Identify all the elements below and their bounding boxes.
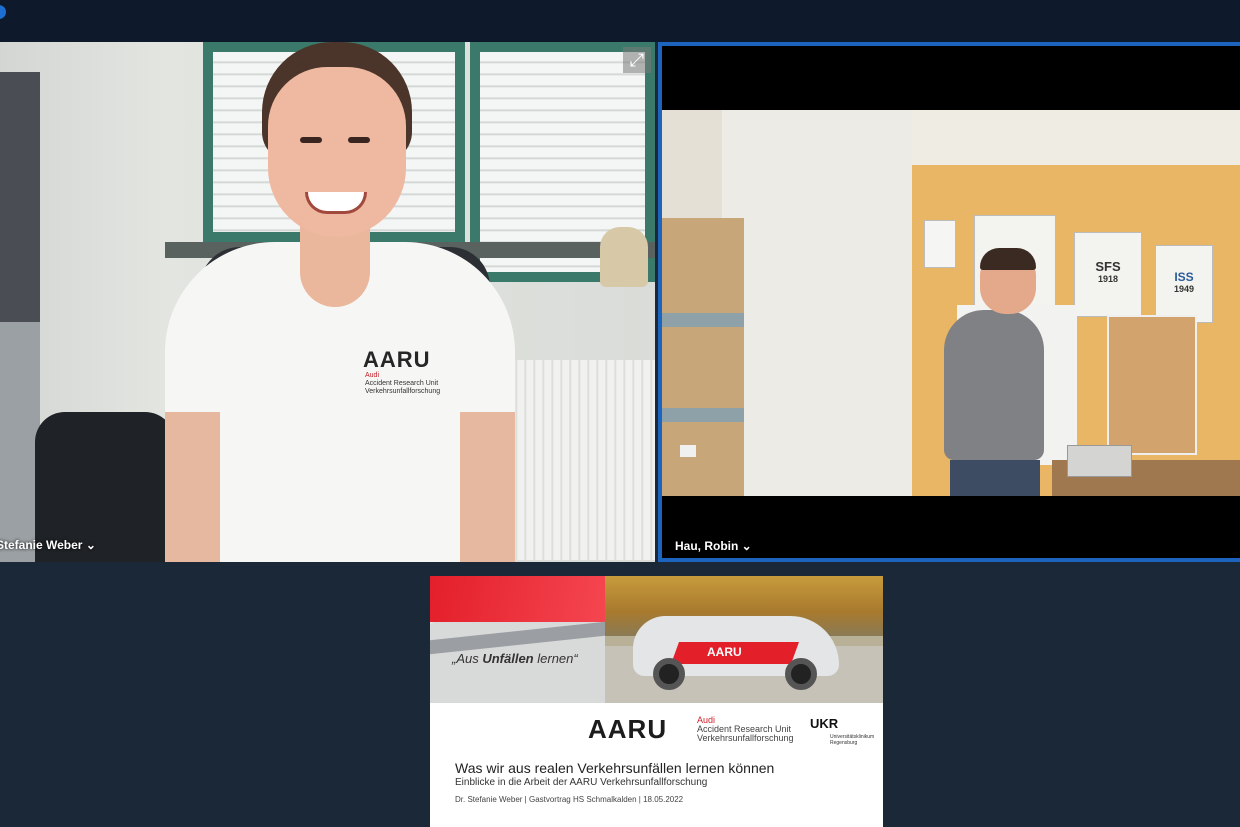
video-cabinet	[0, 322, 40, 562]
participant-arm-right	[460, 412, 515, 562]
participant-arm-left	[165, 412, 220, 562]
participant-eye-right	[348, 137, 370, 143]
slide-brand-description: Audi Accident Research Unit Verkehrsunfa…	[697, 715, 794, 743]
status-indicator-icon[interactable]	[0, 5, 6, 19]
shirt-logo-line3: Verkehrsunfallforschung	[365, 388, 441, 395]
room-poster-2-logo: ISS	[1174, 270, 1194, 284]
chevron-down-icon[interactable]: ⌄	[86, 538, 96, 552]
slide-footer: Dr. Stefanie Weber | Gastvortrag HS Schm…	[455, 795, 684, 804]
slide-car-label: AARU	[707, 645, 742, 659]
meeting-top-bar	[0, 0, 1240, 42]
video-case	[1067, 445, 1132, 477]
expand-icon[interactable]: ⤢	[623, 47, 651, 73]
video-feed: SFS 1918 ISS 1949	[662, 110, 1240, 496]
slide-image-left: „Aus Unfällen lernen“	[430, 576, 605, 703]
video-light-spot	[680, 445, 696, 457]
slide-image-car: AARU	[605, 576, 883, 703]
video-radiator	[500, 360, 655, 560]
video-tile-stefanie-weber[interactable]: AARU Audi Accident Research Unit Verkehr…	[0, 42, 655, 562]
participant-eye-left	[300, 137, 322, 143]
speaker-legs	[950, 460, 1040, 496]
slide-partner-sub: Universitätsklinikum Regensburg	[830, 734, 875, 746]
shirt-logo-brand: AARU	[363, 347, 431, 372]
room-poster-2-year: 1949	[1173, 284, 1195, 294]
slide-partner-logo: UKR	[810, 716, 839, 731]
video-tile-robin-hau[interactable]: SFS 1918 ISS 1949 Hau, Robin ⌄	[658, 42, 1240, 562]
room-poster-1-year: 1918	[1097, 274, 1119, 284]
video-left-wall	[722, 110, 912, 496]
video-corkboard	[1107, 315, 1197, 455]
room-poster-2: ISS 1949	[1155, 245, 1213, 323]
participant-name-label[interactable]: Hau, Robin ⌄	[675, 539, 752, 553]
video-figurine	[600, 227, 648, 287]
chevron-down-icon[interactable]: ⌄	[742, 539, 752, 553]
room-poster-1: SFS 1918	[1074, 232, 1142, 317]
room-poster-1-logo: SFS	[1095, 259, 1121, 274]
speaker-hair	[980, 248, 1036, 270]
slide-brand-logo: AARU	[588, 714, 668, 744]
slide-quote: „Aus Unfällen lernen“	[452, 651, 578, 666]
shirt-logo-line2: Accident Research Unit	[365, 380, 439, 387]
slide-subtitle: Einblicke in die Arbeit der AARU Verkehr…	[455, 777, 708, 788]
video-loudspeaker	[924, 220, 956, 268]
speaker-body	[944, 310, 1044, 460]
video-pinboard	[662, 218, 744, 496]
participant-name: Hau, Robin	[675, 539, 739, 553]
shared-screen-slide[interactable]: „Aus Unfällen lernen“ AARU AARU Audi Acc…	[430, 576, 883, 827]
participant-name: Stefanie Weber	[0, 538, 83, 552]
slide-title: Was wir aus realen Verkehrsunfällen lern…	[455, 760, 775, 776]
shirt-logo-text: Audi Accident Research Unit Verkehrsunfa…	[365, 372, 455, 396]
participant-name-label[interactable]: Stefanie Weber ⌄	[0, 538, 96, 552]
shirt-logo-line1: Audi	[365, 372, 380, 379]
